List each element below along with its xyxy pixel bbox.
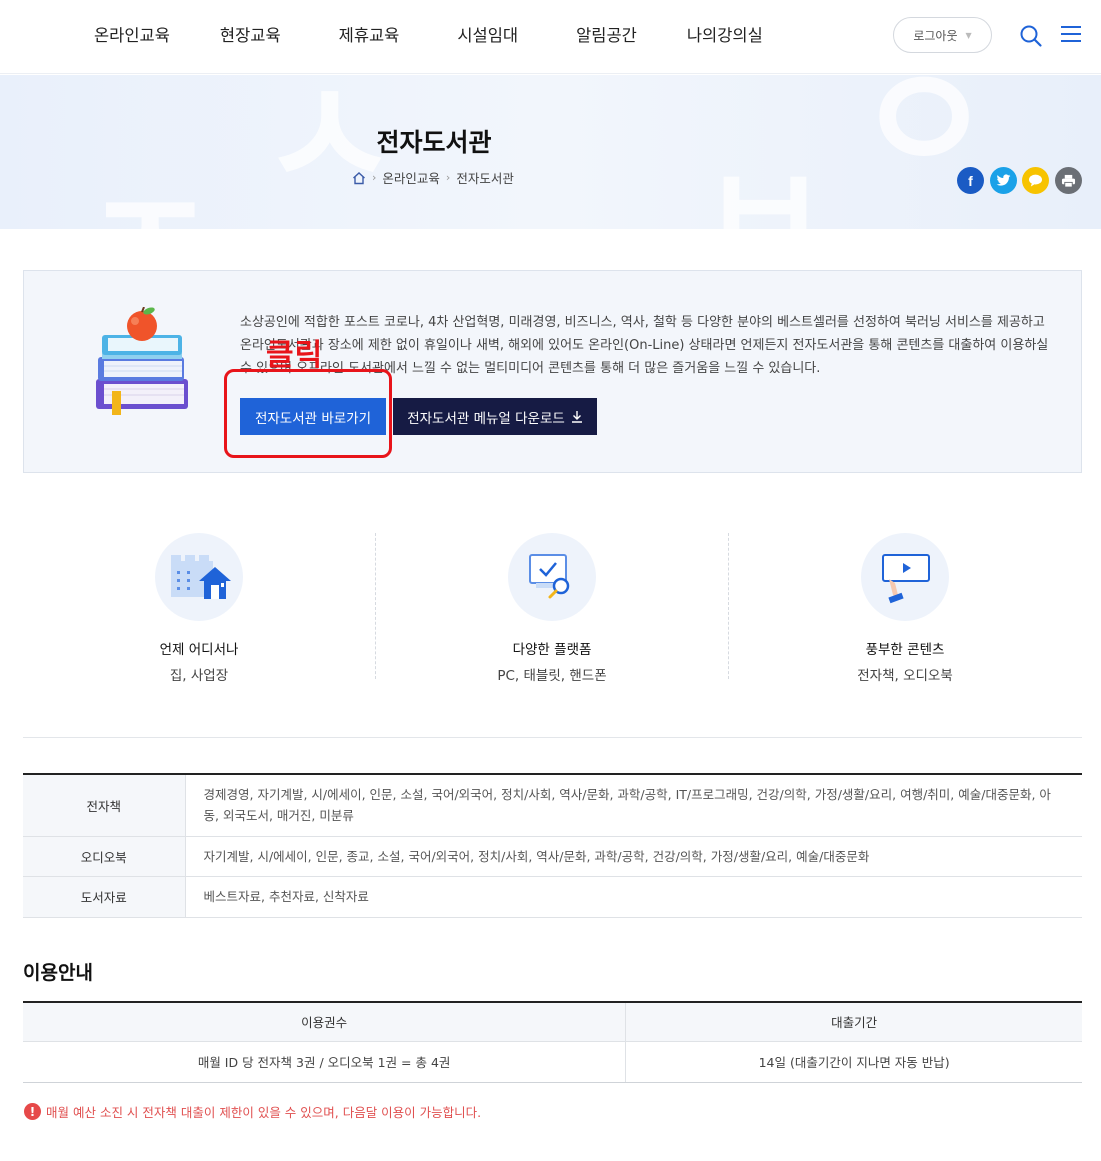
- monitor-search-icon: [529, 554, 570, 599]
- table-cell: 베스트자료, 추천자료, 신착자료: [185, 876, 1082, 918]
- feature-subtitle: PC, 태블릿, 핸드폰: [497, 668, 607, 684]
- feature-title: 다양한 플랫폼: [512, 642, 592, 658]
- video-touch-icon: [882, 554, 930, 604]
- manual-download-button[interactable]: 전자도서관 메뉴얼 다운로드: [393, 398, 597, 435]
- page-title: 전자도서관: [376, 128, 492, 157]
- feature-platforms: 다양한 플랫폼 PC, 태블릿, 핸드폰: [376, 533, 728, 684]
- table-row-header: 오디오북: [23, 836, 186, 877]
- table-row: 도서자료 베스트자료, 추천자료, 신착자료: [23, 876, 1082, 918]
- nav-item-partner-education[interactable]: 제휴교육: [339, 22, 400, 46]
- content-category-table: 전자책 경제경영, 자기계발, 시/에세이, 인문, 소설, 국어/외국어, 정…: [23, 773, 1082, 918]
- table-header-row: 이용권수 대출기간: [23, 1002, 1082, 1042]
- nav-item-my-classroom[interactable]: 나의강의실: [687, 22, 763, 46]
- notice-message: ! 매월 예산 소진 시 전자책 대출이 제한이 있을 수 있으며, 다음달 이…: [24, 1102, 481, 1121]
- nav-item-facility-rental[interactable]: 시설임대: [457, 22, 518, 46]
- manual-download-label: 전자도서관 메뉴얼 다운로드: [407, 410, 565, 427]
- logout-button[interactable]: 로그아웃 ▼: [893, 17, 992, 53]
- breadcrumb-item[interactable]: 온라인교육: [382, 168, 440, 187]
- page-visual-banner: ㅈ ㅅ ㅂ ㅇ 전자도서관 › 온라인교육 › 전자도서관 f: [0, 75, 1101, 229]
- hamburger-menu-icon[interactable]: [1061, 25, 1081, 43]
- chevron-down-icon: ▼: [965, 30, 972, 40]
- table-cell: 14일 (대출기간이 지나면 자동 반납): [625, 1041, 1082, 1083]
- download-icon: [571, 411, 582, 423]
- feature-subtitle: 전자책, 오디오북: [857, 668, 953, 684]
- usage-section-title: 이용안내: [23, 962, 93, 984]
- kakao-share-icon[interactable]: [1022, 167, 1049, 194]
- table-row: 전자책 경제경영, 자기계발, 시/에세이, 인문, 소설, 국어/외국어, 정…: [23, 774, 1082, 837]
- nav-item-notice[interactable]: 알림공간: [576, 22, 637, 46]
- usage-table: 이용권수 대출기간 매월 ID 당 전자책 3권 / 오디오북 1권 = 총 4…: [23, 1001, 1082, 1083]
- logout-label: 로그아웃: [913, 28, 958, 43]
- table-row-header: 도서자료: [23, 876, 186, 918]
- table-cell: 경제경영, 자기계발, 시/에세이, 인문, 소설, 국어/외국어, 정치/사회…: [185, 774, 1082, 837]
- table-row: 매월 ID 당 전자책 3권 / 오디오북 1권 = 총 4권 14일 (대출기…: [23, 1041, 1082, 1083]
- print-icon[interactable]: [1055, 167, 1082, 194]
- home-icon[interactable]: [352, 171, 366, 185]
- feature-title: 언제 어디서나: [159, 642, 239, 658]
- feature-circle: [508, 533, 596, 621]
- feature-title: 풍부한 콘텐츠: [865, 642, 945, 658]
- intro-panel: 소상공인에 적합한 포스트 코로나, 4차 산업혁명, 미래경영, 비즈니스, …: [23, 270, 1082, 473]
- feature-circle: [155, 533, 243, 621]
- site-header: 온라인교육 현장교육 제휴교육 시설임대 알림공간 나의강의실 로그아웃 ▼: [0, 0, 1101, 74]
- click-annotation-highlight: [224, 369, 392, 458]
- feature-circle: [861, 533, 949, 621]
- feature-anywhere: 언제 어디서나 집, 사업장: [23, 533, 375, 684]
- section-divider: [23, 737, 1082, 738]
- nav-item-online-education[interactable]: 온라인교육: [94, 22, 170, 46]
- alert-icon: !: [24, 1103, 41, 1120]
- breadcrumb-item-current: 전자도서관: [456, 171, 514, 186]
- search-icon[interactable]: [1019, 24, 1043, 48]
- table-row: 오디오북 자기계발, 시/에세이, 인문, 종교, 소설, 국어/외국어, 정치…: [23, 836, 1082, 877]
- notice-text: 매월 예산 소진 시 전자책 대출이 제한이 있을 수 있으며, 다음달 이용이…: [46, 1105, 482, 1120]
- building-home-icon: [171, 555, 231, 599]
- nav-item-field-education[interactable]: 현장교육: [220, 22, 281, 46]
- breadcrumb-separator-icon: ›: [445, 171, 451, 184]
- table-column-header: 이용권수: [23, 1002, 626, 1042]
- feature-rich-content: 풍부한 콘텐츠 전자책, 오디오북: [729, 533, 1081, 684]
- books-apple-illustration: [96, 307, 188, 415]
- click-annotation-label: 클릭: [266, 338, 324, 373]
- table-cell: 자기계발, 시/에세이, 인문, 종교, 소설, 국어/외국어, 정치/사회, …: [185, 836, 1082, 877]
- facebook-share-icon[interactable]: f: [957, 167, 984, 194]
- breadcrumb: › 온라인교육 › 전자도서관: [352, 168, 514, 187]
- twitter-share-icon[interactable]: [990, 167, 1017, 194]
- table-cell: 매월 ID 당 전자책 3권 / 오디오북 1권 = 총 4권: [23, 1041, 626, 1083]
- table-column-header: 대출기간: [625, 1002, 1082, 1042]
- table-row-header: 전자책: [23, 774, 186, 837]
- feature-subtitle: 집, 사업장: [169, 668, 229, 684]
- breadcrumb-separator-icon: ›: [372, 171, 377, 184]
- bg-decor-letter: ㅇ: [855, 75, 994, 209]
- main-nav: 온라인교육 현장교육 제휴교육 시설임대 알림공간 나의강의실: [94, 22, 763, 46]
